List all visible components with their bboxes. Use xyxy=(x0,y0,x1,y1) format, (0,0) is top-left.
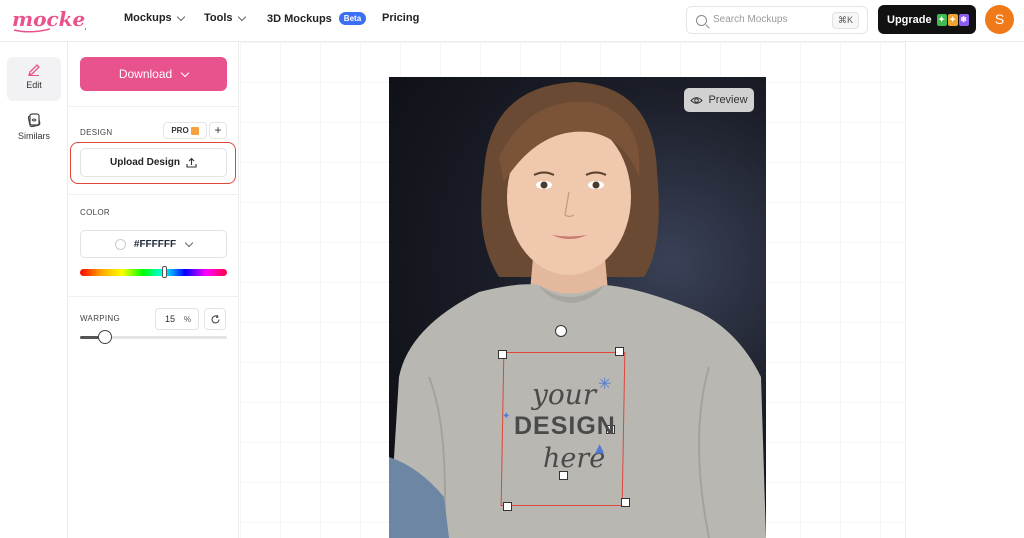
rail-item-similars-label: Similars xyxy=(17,131,50,141)
upgrade-label: Upgrade xyxy=(887,13,932,26)
reset-warping-button[interactable] xyxy=(204,308,226,330)
search-input[interactable]: Search Mockups ⌘K xyxy=(686,6,868,34)
warping-unit: % xyxy=(183,314,191,324)
design-text-your: your xyxy=(532,378,597,411)
upgrade-feature-icons: ✦ ✦ ❄ xyxy=(936,13,970,26)
arrow-up-icon: ▲ xyxy=(595,441,605,455)
eye-icon xyxy=(690,96,704,104)
rail-item-edit-label: Edit xyxy=(26,80,42,90)
resize-handle-top-right[interactable] xyxy=(615,347,624,356)
resize-handle-bottom-left[interactable] xyxy=(503,502,512,511)
download-button[interactable]: Download xyxy=(80,57,227,91)
add-design-button[interactable]: + xyxy=(209,122,227,139)
preview-label: Preview xyxy=(708,94,748,106)
upload-icon xyxy=(186,157,197,168)
color-select[interactable]: #FFFFFF xyxy=(80,230,227,258)
similar-icon xyxy=(27,113,41,128)
refresh-icon xyxy=(210,314,220,323)
rotate-handle[interactable] xyxy=(555,325,567,337)
upload-design-button[interactable]: Upload Design xyxy=(80,148,227,177)
mockey-logo[interactable]: mockey xyxy=(10,4,98,36)
beta-badge: Beta xyxy=(338,12,367,25)
nav-mockups[interactable]: Mockups xyxy=(124,12,185,24)
rail-item-similars[interactable]: Similars xyxy=(7,106,61,150)
color-section-label: COLOR xyxy=(80,208,110,217)
upload-design-label: Upload Design xyxy=(109,157,180,168)
divider xyxy=(69,106,239,107)
chevron-down-icon xyxy=(237,12,246,21)
divider xyxy=(69,296,239,297)
preview-button[interactable]: Preview xyxy=(684,88,754,112)
hue-slider-handle[interactable] xyxy=(162,266,167,278)
pro-label: PRO xyxy=(171,126,189,135)
nav-tools[interactable]: Tools xyxy=(204,12,246,24)
design-text-design: DESIGN xyxy=(514,412,616,440)
nav-pricing[interactable]: Pricing xyxy=(382,12,419,24)
upgrade-button[interactable]: Upgrade ✦ ✦ ❄ xyxy=(878,5,976,34)
sparkle-icon: ✦ xyxy=(502,411,511,422)
sparkle-icon: ✳ xyxy=(598,374,612,393)
download-label: Download xyxy=(118,67,173,81)
search-placeholder: Search Mockups xyxy=(713,14,788,25)
rail-item-edit[interactable]: Edit xyxy=(7,57,61,101)
avatar[interactable]: S xyxy=(985,5,1014,34)
chevron-down-icon xyxy=(180,68,190,77)
pro-badge[interactable]: PRO xyxy=(163,122,207,139)
warping-section-label: WARPING xyxy=(80,314,121,323)
star-icon: ✦ xyxy=(947,13,958,26)
right-margin xyxy=(905,42,1024,538)
resize-handle-bottom-right[interactable] xyxy=(621,498,630,507)
search-shortcut-badge: ⌘K xyxy=(831,12,859,29)
color-swatch xyxy=(114,238,126,250)
nav-pricing-label: Pricing xyxy=(382,12,420,24)
design-section-label: DESIGN xyxy=(80,128,113,137)
nav-tools-label: Tools xyxy=(204,12,233,24)
chevron-down-icon xyxy=(176,12,185,21)
color-value: #FFFFFF xyxy=(133,238,177,250)
properties-panel: Download DESIGN PRO + Upload Design COLO… xyxy=(69,42,239,538)
warping-value: 15 xyxy=(165,314,176,324)
hue-slider[interactable] xyxy=(80,269,227,276)
resize-handle-top-left[interactable] xyxy=(498,350,507,359)
divider xyxy=(69,194,239,195)
sparkle-icon: ✦ xyxy=(936,13,947,26)
chevron-down-icon xyxy=(184,238,194,247)
svg-text:mockey: mockey xyxy=(12,7,86,31)
snowflake-icon: ❄ xyxy=(958,13,969,26)
warping-slider-handle[interactable] xyxy=(98,330,112,344)
tool-rail: Edit Similars xyxy=(0,42,68,538)
search-icon xyxy=(696,15,707,26)
warping-input[interactable]: 15 % xyxy=(155,308,199,330)
top-bar: mockey Mockups Tools 3D Mockups Beta Pri… xyxy=(0,0,1024,42)
nav-mockups-label: Mockups xyxy=(124,12,172,24)
nav-3d-mockups[interactable]: 3D Mockups Beta xyxy=(267,12,367,25)
pro-crown-icon xyxy=(190,126,199,135)
pencil-icon xyxy=(27,64,40,77)
nav-3d-mockups-label: 3D Mockups xyxy=(267,12,332,25)
